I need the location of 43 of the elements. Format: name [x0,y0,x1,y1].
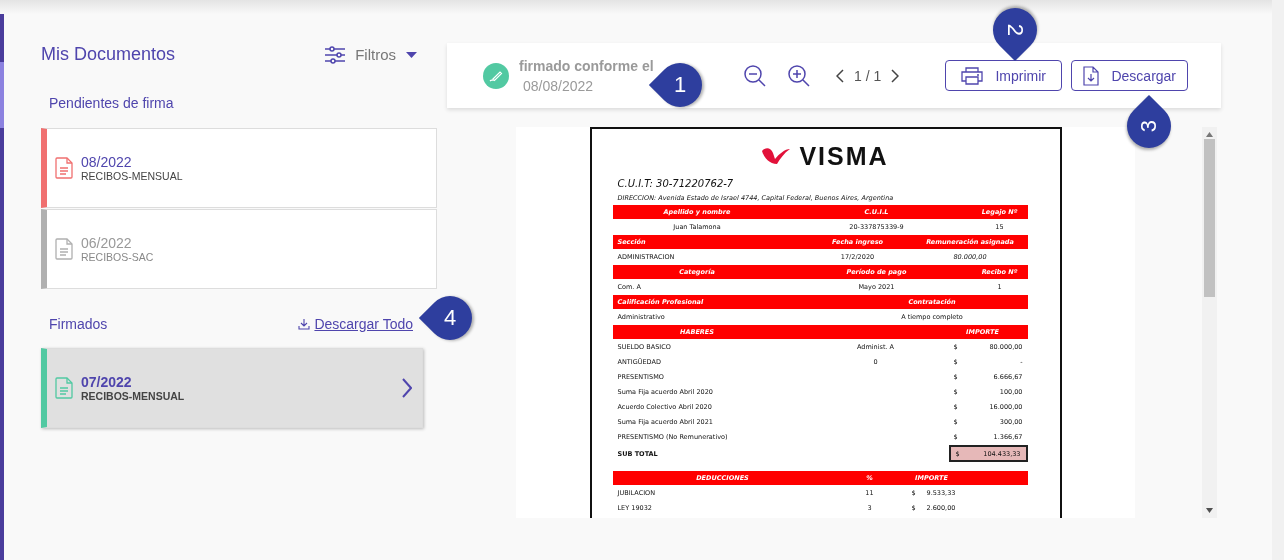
filter-button[interactable]: Filtros [325,45,417,64]
section-title: Pendientes de firma [48,95,174,111]
page-indicator: 1 / 1 [854,67,882,84]
download-icon [298,318,311,330]
file-download-icon [1083,65,1100,86]
logo-text: VISMA [799,145,889,167]
document-period: 08/2022 [81,154,133,170]
sliders-icon [325,45,346,64]
caret-icon [406,51,417,58]
page-title: Mis Documentos [41,44,176,65]
chevron-right-icon [402,378,412,398]
chevron-right-icon [891,68,900,83]
scroll-down-icon [1206,508,1213,513]
document-period: 07/2022 [81,374,133,390]
document-type: RECIBOS-MENSUAL [81,170,184,182]
print-button[interactable]: Imprimir [945,60,1063,91]
document-item[interactable]: 06/2022 RECIBOS-SAC [41,209,437,289]
scrollbar[interactable] [1202,127,1217,518]
zoom-out-icon [744,64,766,87]
zoom-in-icon [788,64,810,87]
cuit-text: C.U.I.T: 30-71220762-7 [617,178,735,189]
zoom-out-button[interactable] [744,64,766,87]
document-type: RECIBOS-MENSUAL [81,390,186,402]
printer-icon [961,66,984,85]
download-button[interactable]: Descargar [1071,60,1189,91]
download-all-link[interactable]: Descargar Todo [298,316,413,332]
document-item[interactable]: 07/2022 RECIBOS-MENSUAL [41,348,423,428]
scroll-thumb[interactable] [1204,139,1215,297]
document-icon [55,157,73,179]
next-page-button[interactable] [891,68,900,83]
logo-icon [761,147,792,165]
document-item[interactable]: 08/2022 RECIBOS-MENSUAL [41,128,437,208]
document-type: RECIBOS-SAC [81,251,155,263]
previous-page-button[interactable] [836,68,844,83]
chevron-left-icon [836,68,844,83]
signature-icon [483,62,509,89]
zoom-in-button[interactable] [788,64,810,87]
document-icon [55,377,73,399]
section-title: Firmados [48,316,108,332]
document-period: 06/2022 [81,235,133,251]
document-icon [55,238,73,260]
signed-date: 08/08/2022 [523,77,594,94]
scroll-up-icon [1206,132,1213,137]
